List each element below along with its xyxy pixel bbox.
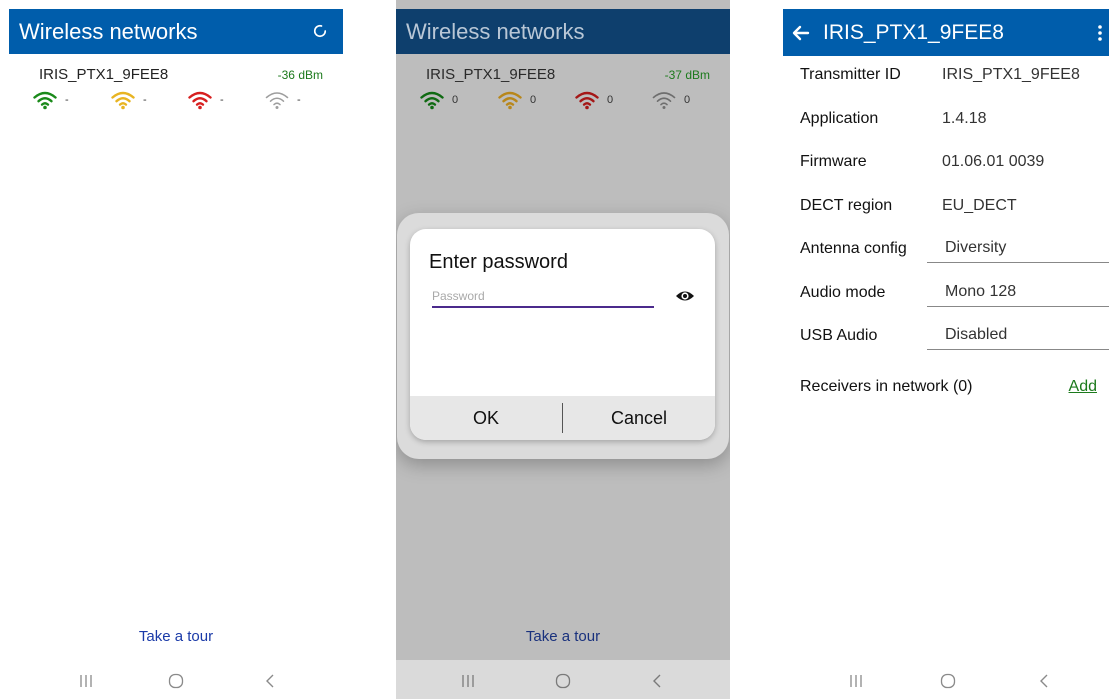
network-list-item[interactable]: IRIS_PTX1_9FEE8 -36 dBm - - - -	[33, 66, 329, 110]
yellow-count: 0	[530, 94, 537, 106]
firmware-row: Firmware 01.06.01 0039	[800, 151, 1109, 195]
details-list: Transmitter ID IRIS_PTX1_9FEE8 Applicati…	[800, 64, 1109, 369]
system-nav-bar	[9, 660, 343, 699]
usb-audio-row: USB Audio Disabled	[800, 325, 1109, 369]
app-bar: Wireless networks	[9, 9, 343, 54]
back-nav-icon[interactable]	[261, 672, 279, 690]
gray-signal: -	[264, 90, 301, 110]
ok-button[interactable]: OK	[410, 408, 562, 429]
row-label: Antenna config	[800, 240, 907, 257]
green-count: 0	[452, 94, 459, 106]
yellow-signal: -	[110, 90, 147, 110]
row-label: Firmware	[800, 153, 867, 170]
dialog-title: Enter password	[429, 251, 568, 273]
home-icon[interactable]	[554, 672, 572, 690]
home-icon[interactable]	[167, 672, 185, 690]
red-count: 0	[607, 94, 614, 106]
page-title: Wireless networks	[19, 18, 198, 44]
transmitter-details-screen: IRIS_PTX1_9FEE8 Transmitter ID IRIS_PTX1…	[783, 0, 1109, 699]
wifi-signal-icon	[652, 92, 676, 109]
back-nav-icon[interactable]	[648, 672, 666, 690]
row-label: DECT region	[800, 196, 893, 214]
transmitter-id-row: Transmitter ID IRIS_PTX1_9FEE8	[800, 64, 1109, 108]
usb-audio-select[interactable]: Disabled	[927, 326, 1109, 350]
antenna-config-row: Antenna config Diversity	[800, 238, 1109, 282]
networks-list-screen: Wireless networks IRIS_PTX1_9FEE8 -36 dB…	[9, 0, 343, 699]
red-count: -	[220, 94, 224, 106]
signal-strength: -37 dBm	[664, 68, 710, 82]
wifi-signal-icon	[33, 91, 57, 110]
row-value: 1.4.18	[942, 109, 987, 127]
yellow-signal: 0	[497, 90, 536, 110]
cancel-button[interactable]: Cancel	[563, 408, 715, 429]
audio-mode-row: Audio mode Mono 128	[800, 282, 1109, 326]
take-a-tour-link[interactable]: Take a tour	[396, 628, 730, 645]
app-bar: Wireless networks	[396, 9, 730, 54]
row-label: Transmitter ID	[800, 66, 901, 83]
yellow-count: -	[143, 94, 147, 106]
gray-count: 0	[684, 94, 691, 106]
signal-strength: -36 dBm	[277, 68, 323, 82]
recent-apps-icon[interactable]	[847, 672, 865, 690]
receivers-section: Receivers in network (0) Add	[800, 378, 1097, 396]
row-label: Application	[800, 109, 879, 127]
wifi-signal-icon	[575, 91, 599, 110]
gray-count: -	[297, 94, 301, 106]
row-value: IRIS_PTX1_9FEE8	[942, 66, 1080, 83]
password-dialog-screen: Wireless networks IRIS_PTX1_9FEE8 -37 dB…	[396, 0, 730, 699]
green-count: -	[65, 94, 69, 106]
wifi-signal-icon	[420, 91, 444, 110]
page-title: Wireless networks	[406, 18, 585, 44]
take-a-tour-link[interactable]: Take a tour	[9, 628, 343, 645]
page-title: IRIS_PTX1_9FEE8	[823, 20, 1004, 44]
password-input[interactable]	[432, 286, 654, 306]
system-nav-bar	[396, 660, 730, 699]
arrow-left-icon[interactable]	[789, 21, 813, 45]
audio-mode-select[interactable]: Mono 128	[927, 283, 1109, 307]
add-receiver-link[interactable]: Add	[1069, 378, 1097, 396]
password-field-wrap	[432, 286, 654, 308]
antenna-config-select[interactable]: Diversity	[927, 239, 1109, 263]
application-row: Application 1.4.18	[800, 108, 1109, 152]
network-list-item[interactable]: IRIS_PTX1_9FEE8 -37 dBm 0 0 0 0	[420, 66, 716, 110]
row-label: USB Audio	[800, 327, 878, 344]
wifi-signal-icon	[188, 91, 212, 110]
dect-region-row: DECT region EU_DECT	[800, 195, 1109, 239]
wifi-signal-icon	[265, 92, 289, 109]
refresh-icon[interactable]	[311, 22, 329, 40]
signal-counters: 0 0 0 0	[419, 90, 729, 114]
more-vertical-icon[interactable]	[1097, 24, 1103, 42]
wifi-signal-icon	[111, 91, 135, 110]
password-dialog: Enter password OK Cancel	[410, 229, 715, 440]
recent-apps-icon[interactable]	[77, 672, 95, 690]
wifi-signal-icon	[498, 91, 522, 110]
red-signal: 0	[574, 90, 613, 110]
gray-signal: 0	[651, 90, 690, 110]
receivers-label: Receivers in network (0)	[800, 378, 973, 395]
signal-counters: - - - -	[32, 90, 342, 114]
eye-icon[interactable]	[675, 288, 695, 304]
green-signal: 0	[419, 90, 458, 110]
green-signal: -	[32, 90, 69, 110]
back-nav-icon[interactable]	[1035, 672, 1053, 690]
system-nav-bar	[783, 660, 1109, 699]
home-icon[interactable]	[939, 672, 957, 690]
recent-apps-icon[interactable]	[459, 672, 477, 690]
dialog-button-bar: OK Cancel	[410, 396, 715, 440]
row-value: EU_DECT	[942, 196, 1017, 214]
red-signal: -	[187, 90, 224, 110]
app-bar: IRIS_PTX1_9FEE8	[783, 9, 1109, 56]
row-value: 01.06.01 0039	[942, 153, 1045, 170]
row-label: Audio mode	[800, 283, 886, 301]
